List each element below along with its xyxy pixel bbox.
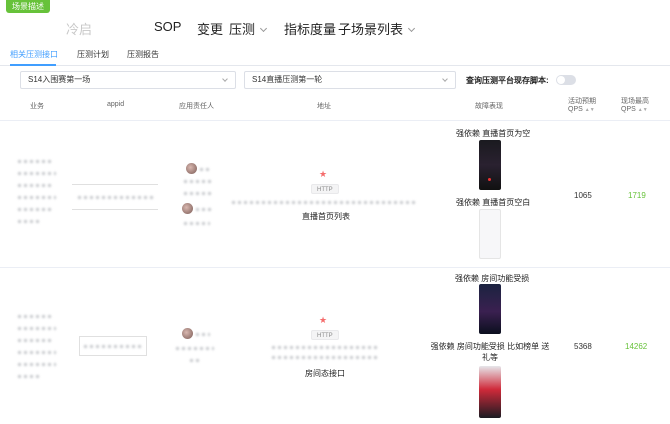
match-select[interactable]: S14入围赛第一场 (20, 71, 236, 89)
fault-description: 强依赖 房间功能受损 比如榜单 送礼等 (430, 342, 550, 362)
expected-qps-value: 1065 (574, 191, 592, 200)
fault-description: 强依赖 直播首页空白 (456, 198, 531, 207)
fault-screenshot[interactable] (479, 366, 501, 418)
chevron-down-icon (222, 76, 228, 82)
redacted-business (18, 184, 54, 187)
tab-test-report[interactable]: 压测报告 (127, 49, 159, 60)
redacted-business (18, 315, 54, 318)
chevron-down-icon (259, 24, 268, 33)
expected-qps-value: 5368 (574, 342, 592, 351)
chevron-down-icon (407, 24, 416, 33)
redacted-owner (184, 180, 214, 183)
avatar (182, 203, 193, 214)
http-tag: HTTP (311, 330, 339, 340)
star-icon[interactable]: ★ (319, 315, 327, 326)
tab-test-plan[interactable]: 压测计划 (77, 49, 109, 60)
th-expected-qps[interactable]: 活动预期 QPS ▲▼ (568, 96, 596, 113)
th-expected-qps-line2: QPS (568, 106, 583, 113)
th-peak-qps-line1: 现场最高 (621, 98, 649, 105)
redacted-owner (200, 168, 210, 171)
redacted-business (18, 208, 52, 211)
redacted-business (18, 339, 52, 342)
peak-qps-value: 14262 (625, 342, 648, 351)
existing-script-label: 查询压测平台现存脚本: (466, 76, 549, 85)
redacted-business (18, 160, 52, 163)
th-expected-qps-line1: 活动预期 (568, 98, 596, 105)
redacted-business (18, 375, 42, 378)
nav-sop[interactable]: SOP (154, 19, 181, 34)
nav-sub-scenes-label: 子场景列表 (338, 22, 404, 37)
nav-metrics[interactable]: 指标度量 (284, 19, 336, 38)
redacted-owner (184, 222, 210, 225)
peak-qps-value: 1719 (628, 191, 646, 200)
tab-bar: 相关压测接口 压测计划 压测报告 (0, 46, 670, 66)
redacted-owner (184, 192, 214, 195)
nav-change[interactable]: 变更 (197, 19, 223, 38)
redacted-business (18, 196, 56, 199)
api-name: 房间态接口 (305, 369, 345, 378)
redacted-business (18, 220, 40, 223)
row-divider (0, 267, 670, 268)
th-business: 业务 (30, 103, 44, 110)
nav-sub-scenes[interactable]: 子场景列表 (338, 19, 416, 38)
fault-screenshot[interactable] (479, 209, 501, 259)
toggle-knob (557, 76, 565, 84)
top-nav: 冷启 SOP 变更 压测 指标度量 子场景列表 (0, 14, 670, 42)
fault-screenshot[interactable] (479, 284, 501, 334)
redacted-business (18, 351, 56, 354)
active-tab-indicator (10, 64, 56, 66)
avatar (182, 328, 193, 339)
th-peak-qps[interactable]: 现场最高 QPS ▲▼ (621, 96, 649, 113)
redacted-owner (176, 347, 214, 350)
tab-related-apis[interactable]: 相关压测接口 (10, 49, 58, 60)
nav-stress-test[interactable]: 压测 (229, 19, 268, 38)
existing-script-toggle[interactable] (556, 75, 576, 85)
sort-icon[interactable]: ▲▼ (585, 107, 595, 113)
match-select-value: S14入围赛第一场 (28, 75, 91, 84)
redacted-appid (84, 345, 142, 348)
redacted-url (272, 356, 378, 359)
fault-description: 强依赖 直播首页为空 (456, 129, 531, 138)
http-tag: HTTP (311, 184, 339, 194)
redacted-owner (196, 208, 214, 211)
fault-description: 强依赖 房间功能受损 (455, 274, 530, 283)
redacted-business (18, 363, 56, 366)
api-name: 直播首页列表 (302, 212, 350, 221)
sort-icon[interactable]: ▲▼ (638, 107, 648, 113)
th-peak-qps-line2: QPS (621, 106, 636, 113)
redacted-url (272, 346, 378, 349)
chevron-down-icon (442, 76, 448, 82)
redacted-owner (196, 333, 210, 336)
nav-stress-test-label: 压测 (229, 22, 256, 37)
redacted-business (18, 172, 56, 175)
avatar (186, 163, 197, 174)
nav-cold-start[interactable]: 冷启 (66, 19, 92, 38)
round-select[interactable]: S14直播压测第一轮 (244, 71, 456, 89)
redacted-appid (78, 196, 154, 199)
round-select-value: S14直播压测第一轮 (252, 75, 323, 84)
redacted-business (18, 327, 56, 330)
redacted-url (232, 201, 416, 204)
th-appid: appid (107, 101, 125, 108)
th-fault: 故障表现 (475, 103, 503, 110)
star-icon[interactable]: ★ (319, 169, 327, 180)
th-owner: 应用责任人 (179, 103, 214, 110)
scene-badge: 场景描述 (6, 0, 50, 13)
redacted-owner (190, 359, 200, 362)
th-address: 地址 (317, 103, 331, 110)
header-divider (0, 120, 670, 121)
fault-screenshot[interactable] (479, 140, 501, 190)
